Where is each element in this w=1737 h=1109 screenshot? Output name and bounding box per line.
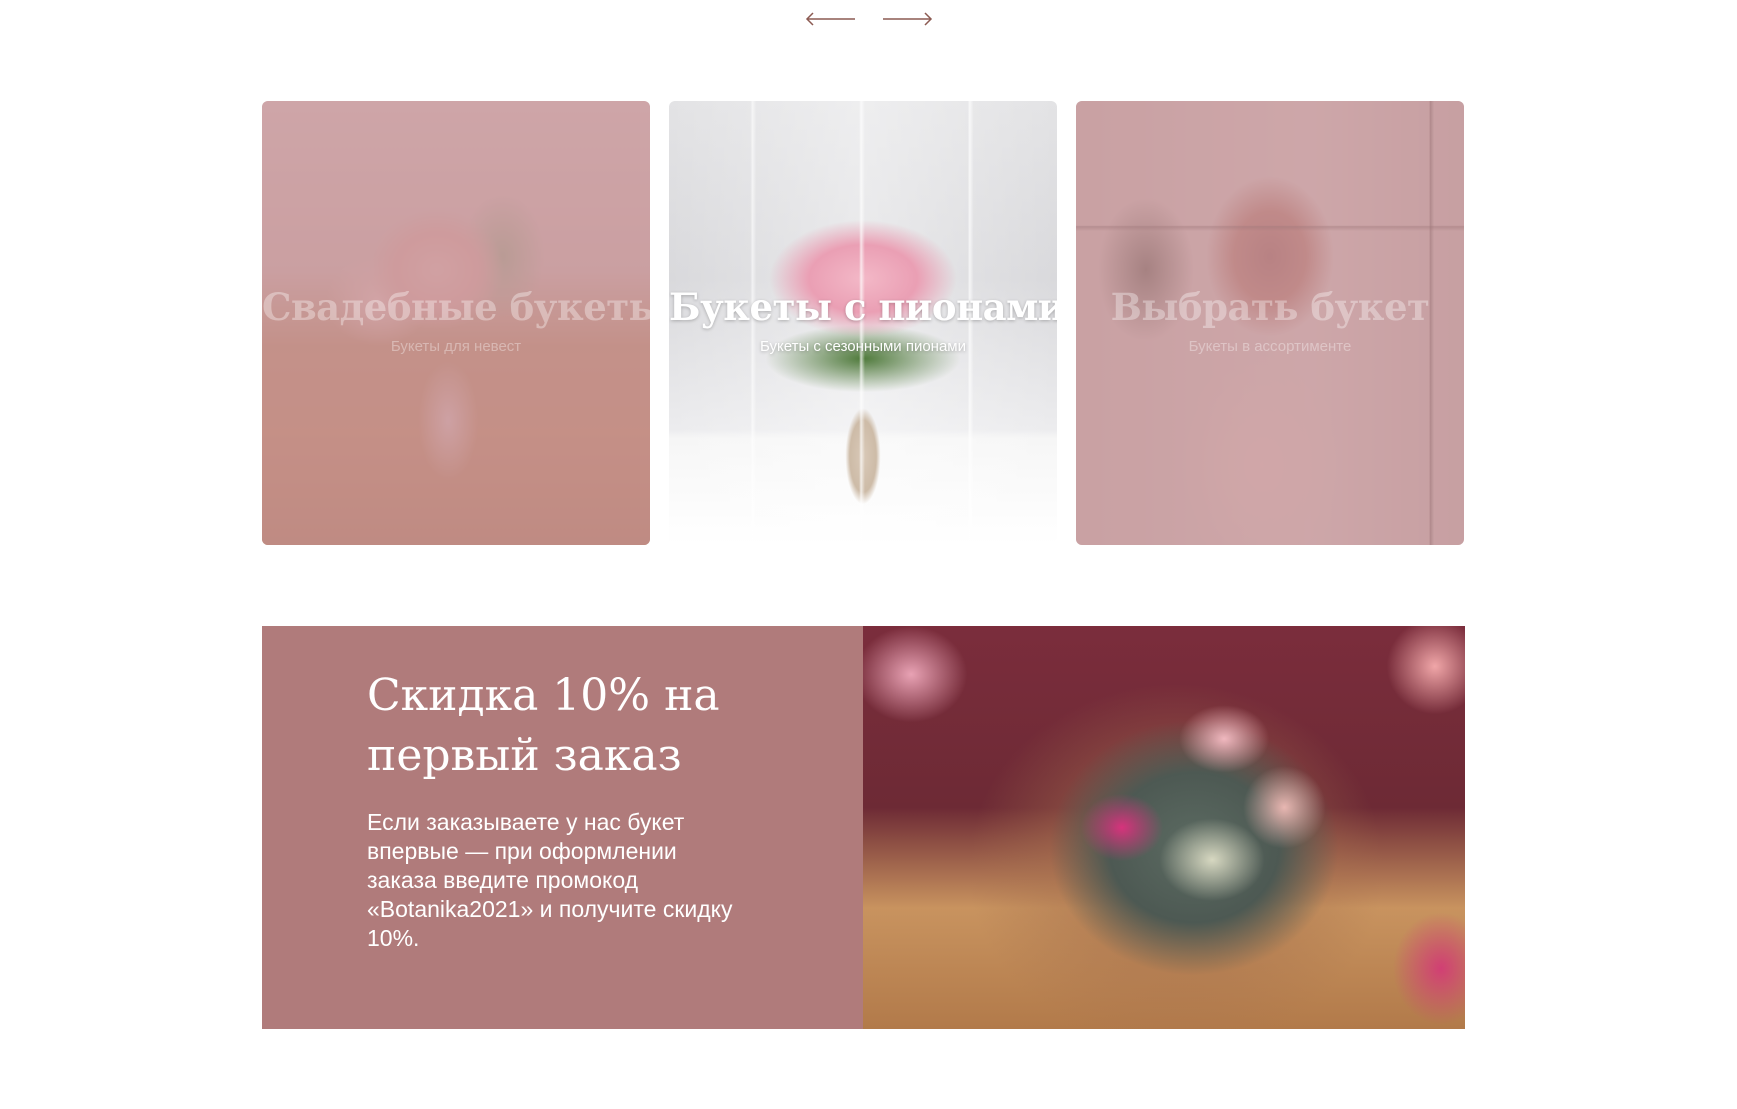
florist-bouquet-photo	[863, 626, 1465, 1029]
arrow-left-icon	[805, 12, 855, 26]
slider-arrows	[0, 8, 1737, 30]
page: Свадебные букеты Букеты для невест Букет…	[0, 0, 1737, 1109]
card-subtitle: Букеты с сезонными пионами	[759, 337, 966, 355]
card-peony-bouquets[interactable]: Букеты с пионами Букеты с сезонными пион…	[669, 101, 1057, 545]
card-text: Букеты с пионами Букеты с сезонными пион…	[669, 287, 1057, 355]
promo-title-line1: Скидка 10% на	[367, 670, 720, 721]
card-subtitle: Букеты для невест	[390, 337, 522, 355]
promo-title: Скидка 10% на первый заказ	[367, 666, 803, 786]
card-title: Свадебные букеты	[262, 285, 650, 329]
slider-prev-button[interactable]	[805, 8, 857, 30]
slider-next-button[interactable]	[881, 8, 933, 30]
card-text: Выбрать букет Букеты в ассортименте	[1076, 287, 1464, 355]
promo-text-panel: Скидка 10% на первый заказ Если заказыва…	[262, 626, 863, 1029]
card-wedding-bouquets[interactable]: Свадебные букеты Букеты для невест	[262, 101, 650, 545]
arrow-right-icon	[882, 12, 932, 26]
promo-section: Скидка 10% на первый заказ Если заказыва…	[262, 626, 1465, 1029]
card-text: Свадебные букеты Букеты для невест	[262, 287, 650, 355]
card-title: Букеты с пионами	[669, 285, 1057, 329]
promo-description: Если заказываете у нас букет впервые — п…	[367, 809, 733, 951]
card-choose-bouquet[interactable]: Выбрать букет Букеты в ассортименте	[1076, 101, 1464, 545]
promo-title-line2: первый заказ	[367, 730, 682, 781]
card-subtitle: Букеты в ассортименте	[1188, 337, 1352, 355]
category-cards: Свадебные букеты Букеты для невест Букет…	[262, 101, 1465, 545]
card-title: Выбрать букет	[1110, 285, 1430, 329]
